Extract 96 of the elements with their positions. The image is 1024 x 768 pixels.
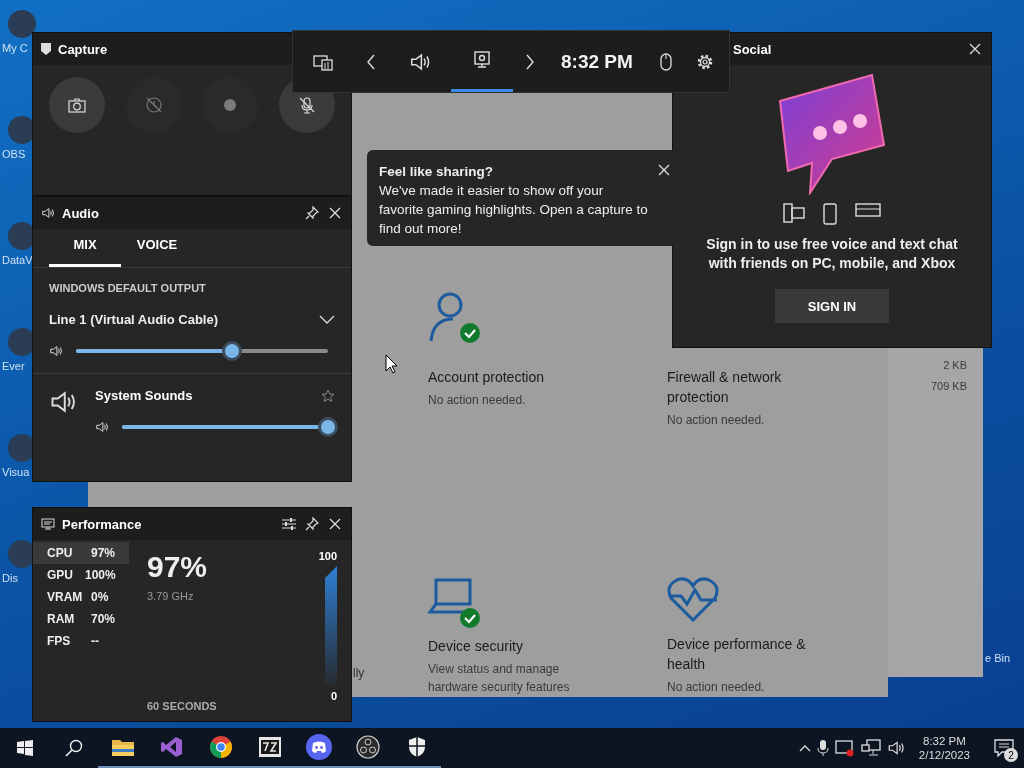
close-icon[interactable] (327, 516, 343, 532)
nav-text: lly (353, 666, 365, 680)
metric-item[interactable]: CPU 97% (33, 542, 129, 564)
widget-menu-icon[interactable] (313, 52, 333, 71)
display-alert-icon[interactable] (834, 739, 855, 757)
metric-item[interactable]: FPS -- (33, 630, 129, 652)
monitor-icon (41, 518, 55, 530)
card-title[interactable]: Firewall & network protection (667, 367, 837, 407)
card-status: No action needed. (428, 392, 527, 409)
close-icon[interactable] (656, 162, 672, 178)
desktop-icon-label[interactable]: Visua (0, 466, 30, 478)
desktop-icon-label[interactable]: My C (0, 42, 28, 54)
metric-item[interactable]: VRAM 0% (33, 586, 129, 608)
chevron-right-icon[interactable] (525, 53, 535, 70)
notification-count: 2 (1004, 748, 1018, 762)
file-size: 2 KB (943, 359, 967, 371)
audio-tab[interactable]: MIX (49, 229, 121, 267)
audio-tab[interactable]: VOICE (121, 229, 193, 267)
widget-title: Audio (62, 205, 99, 221)
card-title[interactable]: Device security (428, 636, 667, 656)
clock-date: 2/12/2023 (918, 749, 970, 761)
file-size: 709 KB (930, 380, 967, 392)
search-icon (64, 739, 83, 757)
speaker-icon (49, 388, 77, 416)
chevron-down-icon (319, 314, 335, 325)
shield-icon (406, 736, 427, 758)
folder-icon (110, 737, 135, 757)
app-name: System Sounds (95, 388, 193, 403)
phone-icon (823, 203, 837, 225)
heart-pulse-icon (667, 576, 719, 622)
taskbar-clock[interactable]: 8:32 PM 2/12/2023 (910, 735, 978, 761)
desktop-icon-label[interactable]: DataV (0, 254, 33, 266)
close-icon[interactable] (967, 41, 983, 57)
metric-detail: 3.79 GHz (147, 590, 195, 602)
slider-thumb[interactable] (225, 344, 240, 358)
axis-label: 0 (330, 690, 337, 702)
output-device-dropdown[interactable]: Line 1 (Virtual Audio Cable) (49, 312, 335, 327)
close-icon[interactable] (327, 205, 343, 221)
laptop-check-icon (428, 576, 482, 630)
record-dot-icon (224, 99, 237, 111)
metric-value: 97% (147, 550, 209, 584)
card-status: View status and manage hardware security features (428, 661, 571, 696)
tooltip-text: Feel like sharing? We've made it easier to show off your favorite gaming highlights. Open a capture to find out more! (379, 163, 648, 238)
chevron-left-icon[interactable] (366, 53, 376, 70)
widget-title: Social (733, 41, 772, 57)
message-icon (994, 739, 1014, 757)
infinity-icon (160, 736, 183, 758)
desktop-icon-label[interactable]: Ever (0, 360, 25, 372)
slider-thumb[interactable] (321, 420, 335, 434)
star-icon[interactable] (321, 388, 335, 403)
card-status: No action needed. (667, 679, 766, 696)
section-label: WINDOWS DEFAULT OUTPUT (49, 282, 207, 294)
pc-icon (783, 203, 805, 223)
speaker-icon (886, 739, 905, 757)
capture-button[interactable] (49, 77, 105, 133)
sliders-icon[interactable] (281, 517, 297, 531)
card-status: No action needed. (667, 412, 766, 429)
archive-icon (258, 737, 281, 757)
metric-item[interactable]: GPU 100% (33, 564, 129, 586)
notification-button[interactable]: 2 (984, 728, 1024, 768)
speaker-icon (95, 420, 109, 434)
speaker-icon (49, 344, 63, 358)
sign-in-button[interactable]: SIGN IN (775, 289, 889, 323)
pin-icon[interactable] (304, 516, 320, 532)
pin-icon[interactable] (304, 205, 320, 221)
discord-icon (305, 734, 332, 760)
camera-icon (68, 97, 86, 113)
game-bar-time: 8:32 PM (560, 50, 634, 73)
clock-slash-icon (144, 96, 163, 114)
widget-title: Capture (58, 41, 108, 57)
desktop-icon-label[interactable]: Dis (0, 572, 18, 584)
microphone-icon[interactable] (816, 739, 829, 757)
chevron-up-icon[interactable] (798, 744, 811, 752)
axis-label: 100 (318, 550, 337, 562)
widget-title: Performance (62, 516, 142, 532)
clock-time: 8:32 PM (923, 735, 966, 747)
console-icon (855, 203, 881, 217)
metric-item[interactable]: RAM 70% (33, 608, 129, 630)
speaker-icon (41, 206, 55, 220)
card-title[interactable]: Device performance & health (667, 634, 837, 674)
mouse-pointer-icon (385, 354, 398, 374)
desktop-icon-label[interactable]: e Bin (985, 652, 1011, 664)
windows-logo-icon (16, 740, 33, 756)
sign-in-message: Sign in to use free voice and text chat with friends on PC, mobile, and Xbox (705, 235, 959, 273)
mic-off-icon (297, 96, 316, 114)
monitor-icon (473, 51, 491, 69)
card-title[interactable]: Account protection (428, 367, 667, 387)
desktop-shortcut-icon[interactable] (8, 10, 36, 38)
network-icon[interactable] (860, 739, 881, 757)
settings-icon[interactable] (695, 52, 714, 71)
chrome-icon (208, 735, 233, 759)
mouse-icon[interactable] (659, 52, 672, 71)
desktop-icon-label[interactable]: OBS (0, 148, 26, 160)
capture-icon (41, 43, 51, 55)
user-check-icon (428, 291, 482, 345)
time-span-label: 60 SECONDS (147, 700, 218, 712)
